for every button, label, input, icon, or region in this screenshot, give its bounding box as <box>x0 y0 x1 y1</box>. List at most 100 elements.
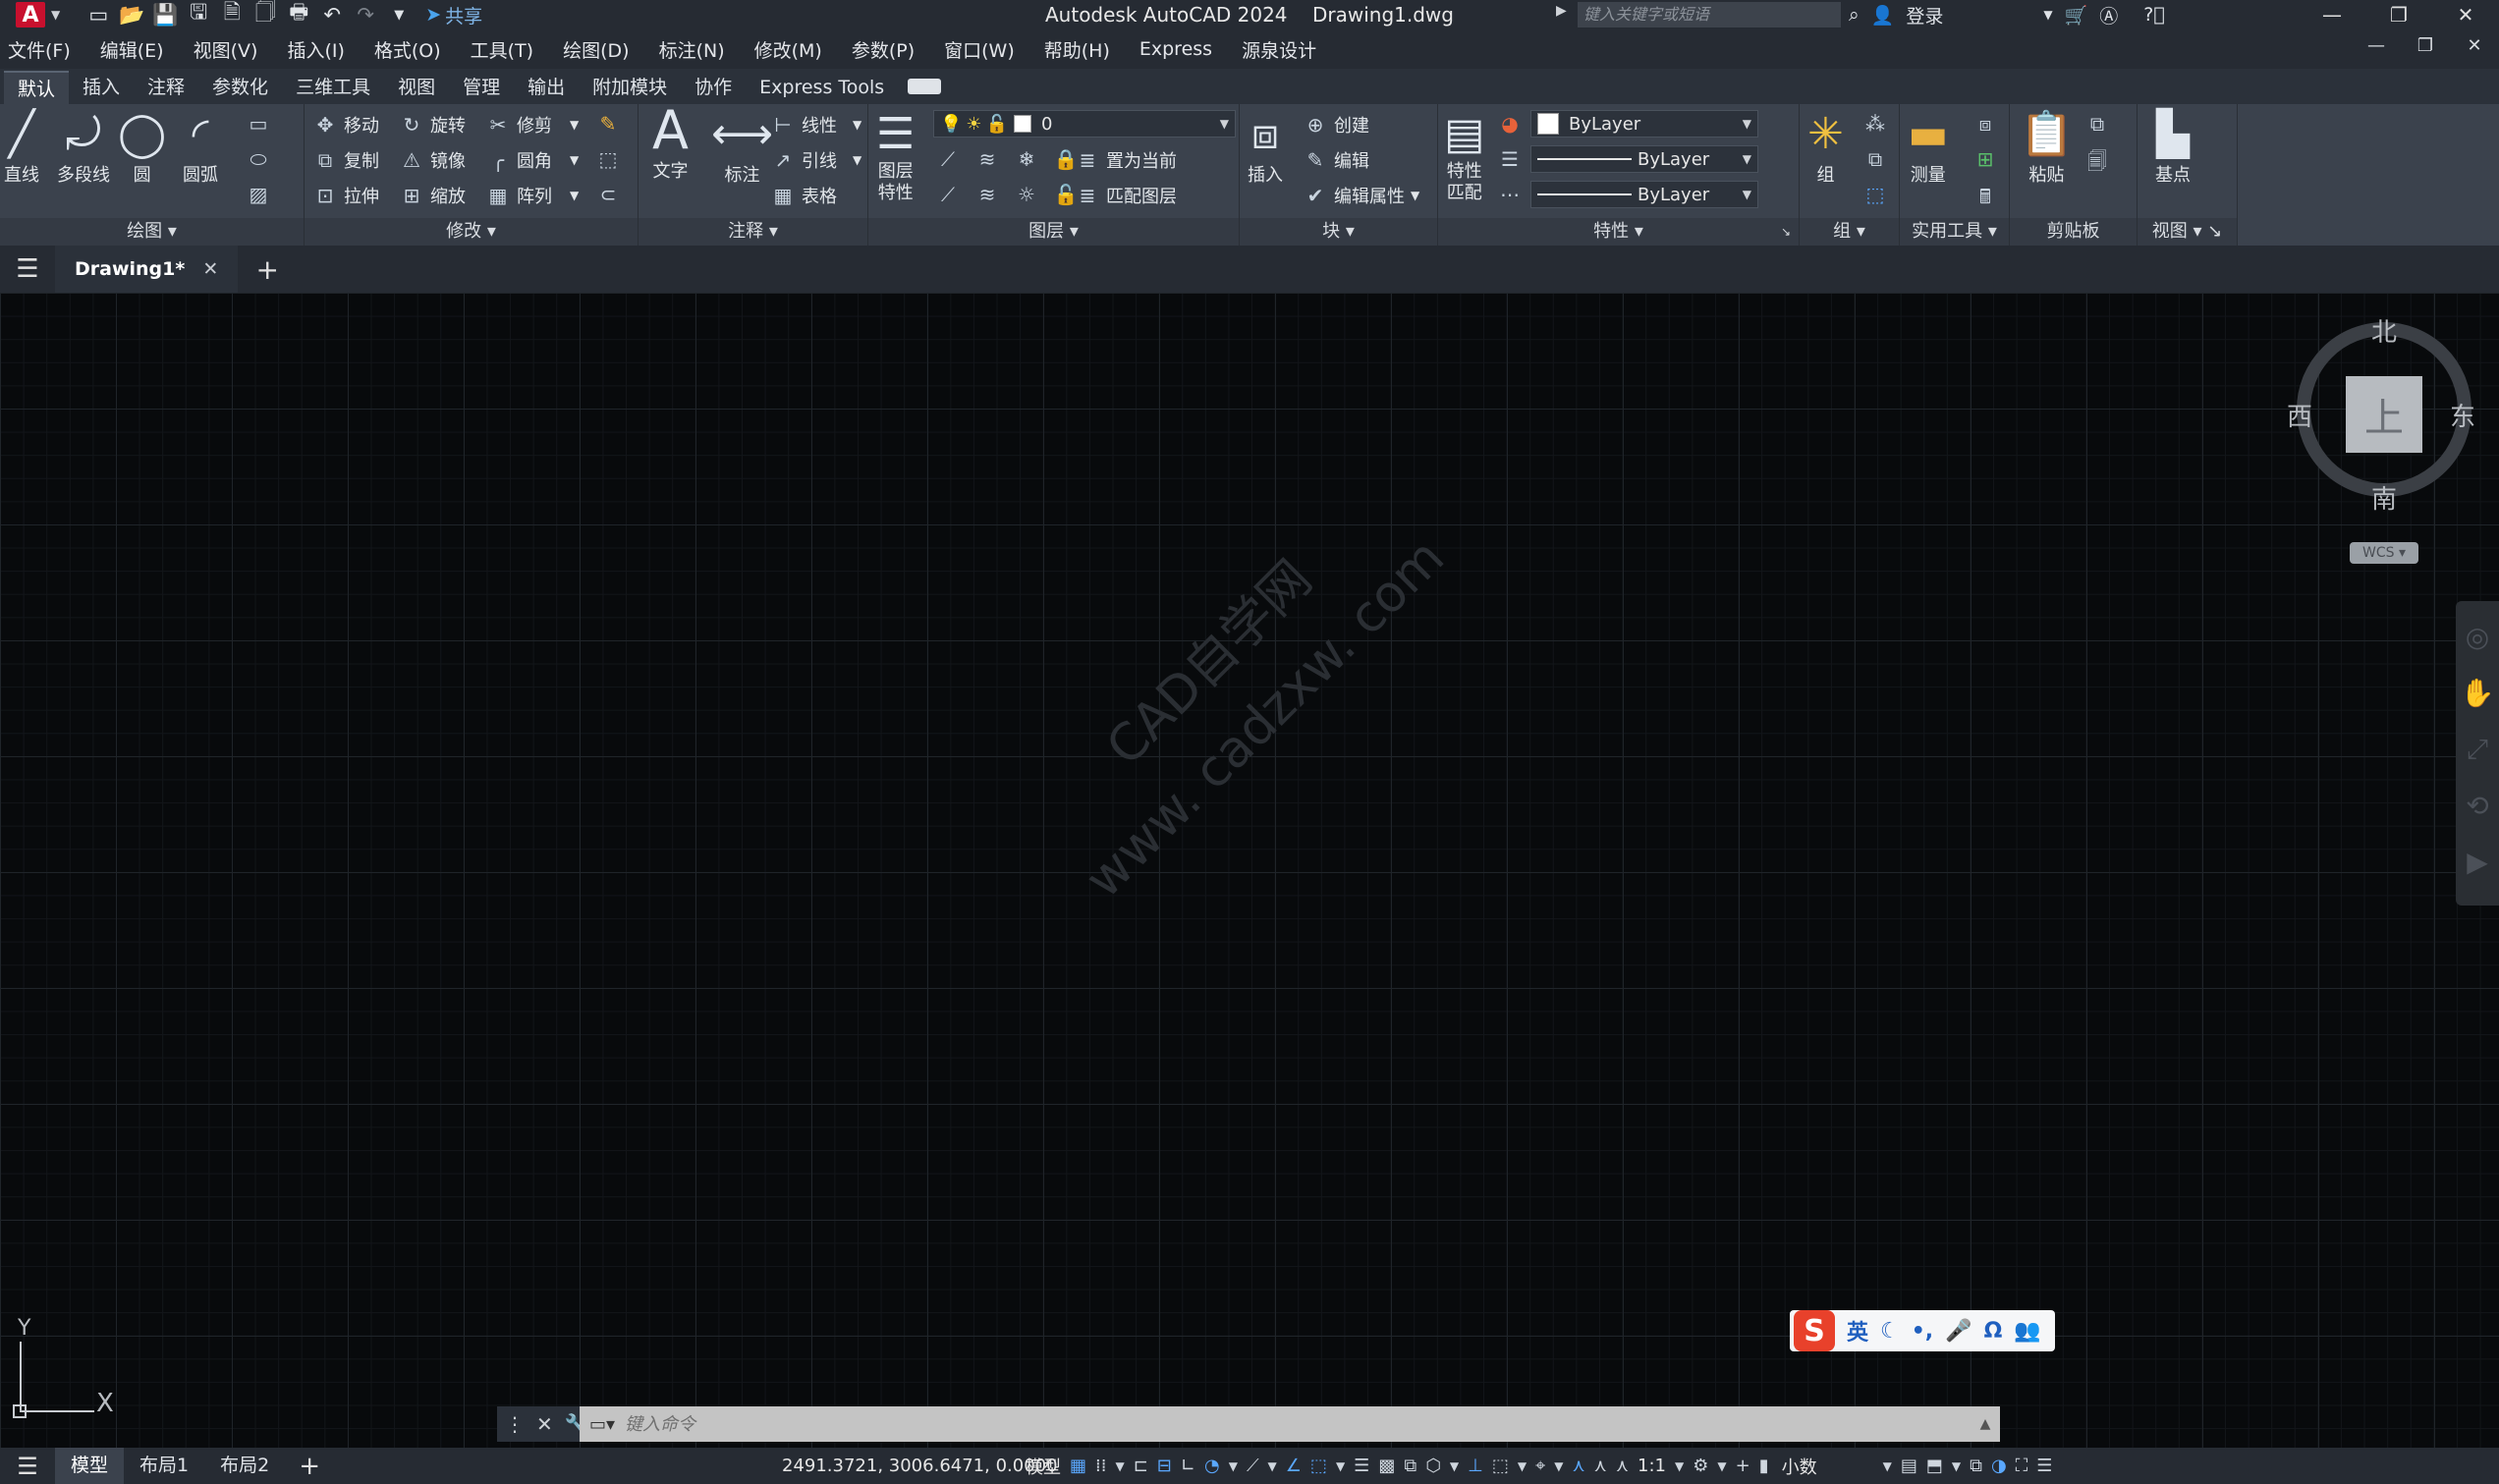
user-icon[interactable]: 👤 <box>1871 4 1895 27</box>
layer-off-icon[interactable]: ⟋ <box>935 147 961 171</box>
polar-caret-icon[interactable]: ▼ <box>1229 1459 1238 1473</box>
infer-constraints-icon[interactable]: ⊏ <box>1134 1456 1148 1476</box>
tab-default[interactable]: 默认 <box>4 71 70 104</box>
close-tab-icon[interactable]: ✕ <box>202 258 218 280</box>
lineweight-dropdown[interactable]: ByLayer ▼ <box>1530 181 1758 208</box>
menu-format[interactable]: 格式(O) <box>374 36 441 63</box>
new-icon[interactable]: ▭ <box>85 3 111 27</box>
annotation-monitor-icon[interactable]: + <box>1736 1456 1750 1476</box>
layer-unisolate-icon[interactable]: ≋ <box>974 183 1000 206</box>
snap-caret-icon[interactable]: ▼ <box>1115 1459 1124 1473</box>
command-prompt-icon[interactable]: ▭▾ <box>580 1414 625 1435</box>
ime-user-icon[interactable]: 👥 <box>2014 1319 2040 1344</box>
command-history-icon[interactable]: ▲ <box>1971 1416 2000 1432</box>
layers-panel-title[interactable]: 图层 ▾ <box>868 218 1239 246</box>
calculator-button[interactable]: 🖩 <box>1972 183 1998 216</box>
iso-caret-icon[interactable]: ▼ <box>1268 1459 1277 1473</box>
minimize-icon[interactable]: — <box>2299 0 2365 29</box>
gizmo-icon[interactable]: ⌖ <box>1535 1456 1545 1476</box>
print-icon[interactable]: 🖶 <box>286 0 311 27</box>
layer-thaw-all-icon[interactable]: ☼ <box>1014 183 1039 206</box>
base-point-button[interactable]: ▙ 基点 <box>2155 108 2191 187</box>
isometric-icon[interactable]: ⟋ <box>1247 1456 1259 1476</box>
polar-tracking-icon[interactable]: ◔ <box>1204 1456 1220 1476</box>
menu-edit[interactable]: 编辑(E) <box>100 36 164 63</box>
dynamic-input-icon[interactable]: ⊟ <box>1157 1456 1172 1476</box>
layer-freeze-icon[interactable]: ❄ <box>1014 147 1039 171</box>
line-button[interactable]: ╱ 直线 <box>4 108 39 187</box>
dynamic-ucs-icon[interactable]: ⊥ <box>1468 1456 1483 1476</box>
quick-properties-icon[interactable]: ▤ <box>1901 1456 1917 1476</box>
erase-button[interactable]: ✎ <box>595 112 621 136</box>
polyline-button[interactable]: ⤾ 多段线 <box>57 108 110 187</box>
command-input[interactable] <box>625 1407 1971 1441</box>
leader-caret-icon[interactable]: ▼ <box>853 153 861 167</box>
leader-button[interactable]: ↗ 引线 ▼ <box>770 147 862 173</box>
open-icon[interactable]: 📂 <box>119 3 144 27</box>
match-layer-button[interactable]: ≣ 匹配图层 <box>1075 183 1177 208</box>
search-expand-icon[interactable]: ▶ <box>1556 3 1567 19</box>
add-layout-icon[interactable]: + <box>285 1452 334 1481</box>
tab-3d-tools[interactable]: 三维工具 <box>282 71 384 104</box>
fillet-button[interactable]: ╭ 圆角 ▼ <box>485 147 579 173</box>
save-as-icon[interactable]: 🖫 <box>186 0 211 27</box>
zoom-extents-icon[interactable]: ⤢ <box>2467 733 2488 766</box>
menu-file[interactable]: 文件(F) <box>8 36 71 63</box>
new-tab-icon[interactable]: + <box>238 253 297 286</box>
mirror-button[interactable]: ⚠ 镜像 <box>399 147 466 173</box>
drawing-canvas[interactable] <box>0 293 2499 1448</box>
gizmo-caret-icon[interactable]: ▼ <box>1554 1459 1563 1473</box>
command-close-icon[interactable]: ✕ <box>536 1412 553 1436</box>
ribbon-minimize-toggle[interactable] <box>908 79 942 94</box>
copy-button[interactable]: ⧉ 复制 <box>312 147 379 173</box>
workspace-caret-icon[interactable]: ▼ <box>1717 1459 1726 1473</box>
dimension-button[interactable]: ⟷ 标注 <box>711 108 773 187</box>
3d-osnap-caret-icon[interactable]: ▼ <box>1450 1459 1459 1473</box>
selection-filter-icon[interactable]: ⬚ <box>1492 1456 1509 1476</box>
doc-restore-icon[interactable]: ❐ <box>2401 35 2450 56</box>
clean-screen-icon[interactable]: ⛶ <box>2016 1456 2028 1476</box>
draw-panel-title[interactable]: 绘图 ▾ <box>0 218 304 246</box>
snap-icon[interactable]: ⁞⁞ <box>1095 1456 1106 1476</box>
3d-osnap-icon[interactable]: ⬡ <box>1425 1456 1441 1476</box>
share-button[interactable]: ➤ 共享 <box>425 2 482 28</box>
menu-insert[interactable]: 插入(I) <box>287 36 344 63</box>
edit-block-button[interactable]: ✎ 编辑 <box>1303 147 1369 173</box>
ime-symbol-icon[interactable]: Ω <box>1984 1319 2003 1344</box>
arc-button[interactable]: ◜ 圆弧 <box>183 108 218 187</box>
tab-view[interactable]: 视图 <box>384 71 449 104</box>
group-select-button[interactable]: ⬚ <box>1862 183 1888 206</box>
layer-on-all-icon[interactable]: ⟋ <box>935 183 961 206</box>
edit-attributes-button[interactable]: ✔ 编辑属性 ▼ <box>1303 183 1420 208</box>
rectangle-button[interactable]: ▭ <box>246 112 271 136</box>
save-icon[interactable]: 💾 <box>152 3 178 27</box>
ime-moon-icon[interactable]: ☾ <box>1880 1319 1900 1344</box>
autocad-logo-button[interactable]: A <box>16 2 45 27</box>
color-wheel-button[interactable]: ◕ <box>1497 112 1523 136</box>
wcs-menu[interactable]: WCS ▾ <box>2350 542 2418 564</box>
trim-button[interactable]: ✂ 修剪 ▼ <box>485 112 580 137</box>
plot-preview-icon[interactable]: 🗍 <box>252 0 278 27</box>
ime-microphone-icon[interactable]: 🎤 <box>1945 1319 1971 1344</box>
groups-panel-title[interactable]: 组 ▾ <box>1800 218 1899 246</box>
osnap-caret-icon[interactable]: ▼ <box>1336 1459 1345 1473</box>
annotation-panel-title[interactable]: 注释 ▾ <box>639 218 867 246</box>
color-dropdown[interactable]: ByLayer ▼ <box>1530 110 1758 137</box>
tab-express-tools[interactable]: Express Tools <box>746 71 898 104</box>
login-label[interactable]: 登录 <box>1906 2 1943 28</box>
lineweight-display-icon[interactable]: ☰ <box>1354 1456 1369 1476</box>
menu-view[interactable]: 视图(V) <box>194 36 258 63</box>
layout-tab-model[interactable]: 模型 <box>55 1448 125 1484</box>
cart-icon[interactable]: 🛒 <box>2065 4 2088 27</box>
publish-icon[interactable]: 🗎 <box>219 0 245 27</box>
group-edit-button[interactable]: ⧉ <box>1862 147 1888 171</box>
lock-ui-caret-icon[interactable]: ▼ <box>1952 1459 1961 1473</box>
help-search-input[interactable]: 键入关键字或短语 <box>1578 2 1841 27</box>
units-value[interactable]: 小数 <box>1782 1454 1874 1479</box>
paste-button[interactable]: 📋 粘贴 <box>2020 108 2074 187</box>
block-panel-title[interactable]: 块 ▾ <box>1240 218 1437 246</box>
doc-tab-drawing1[interactable]: Drawing1* ✕ <box>55 246 239 293</box>
viewcube-south[interactable]: 南 <box>2371 479 2397 516</box>
ellipse-button[interactable]: ⬭ <box>246 147 271 171</box>
annotation-scale-value[interactable]: 1:1 <box>1638 1456 1666 1476</box>
